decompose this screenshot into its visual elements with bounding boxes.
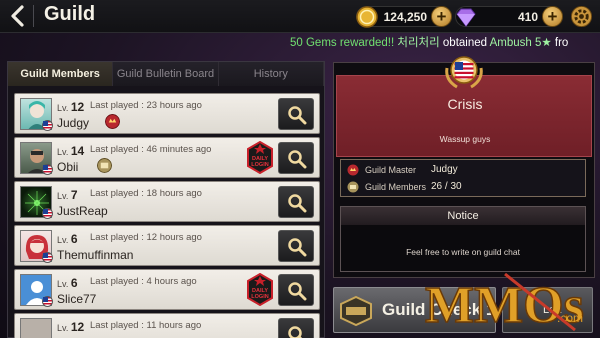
tab-guild-members[interactable]: Guild Members	[8, 62, 114, 86]
member-level: Lv. 12	[57, 100, 85, 114]
guild-master-rank-icon	[105, 114, 120, 129]
search-icon	[288, 150, 307, 169]
gem-icon	[456, 8, 476, 27]
guild-members-value: 26 / 30	[431, 181, 462, 192]
member-row[interactable]: Lv. 6 Last played : 4 hours ago Slice77 …	[14, 269, 320, 310]
page-title: Guild	[44, 3, 96, 25]
search-icon	[288, 194, 307, 213]
avatar	[20, 318, 52, 338]
mmos-watermark-logo: MMOs .com	[425, 272, 585, 332]
add-gold-button[interactable]: +	[431, 6, 452, 27]
gold-amount: 124,250	[383, 10, 427, 24]
chevron-left-icon	[11, 5, 24, 27]
member-last-played: Last played : 11 hours ago	[90, 320, 202, 331]
gem-counter: 410 +	[455, 6, 563, 27]
guild-master-label: Guild Master	[365, 165, 417, 175]
gold-counter: 124,250 +	[356, 6, 452, 28]
members-rank-icon	[347, 181, 359, 193]
view-member-button[interactable]	[278, 274, 314, 306]
gear-icon[interactable]	[570, 5, 593, 28]
tab-history[interactable]: History	[218, 62, 324, 86]
member-row[interactable]: Lv. 12 Last played : 23 hours ago Judgy	[14, 93, 320, 134]
guild-name: Crisis	[447, 96, 483, 112]
gold-coin-icon	[356, 6, 378, 28]
search-icon	[288, 326, 303, 338]
svg-text:LOGIN: LOGIN	[251, 162, 268, 168]
member-level: Lv. 6	[57, 232, 78, 246]
member-row[interactable]: Lv. 6 Last played : 12 hours ago Themuff…	[14, 225, 320, 266]
ticker-item-name: Ambush 5★	[489, 37, 552, 49]
member-level: Lv. 7	[57, 188, 78, 202]
daily-login-badge-icon: DAILY LOGIN	[247, 273, 273, 306]
view-member-button[interactable]	[278, 186, 314, 218]
ticker-player-name: 처리처리	[397, 37, 440, 49]
member-level: Lv. 14	[57, 144, 85, 158]
member-last-played: Last played : 4 hours ago	[90, 276, 197, 287]
member-list: Lv. 12 Last played : 23 hours ago Judgy …	[14, 93, 320, 338]
officer-rank-icon	[97, 158, 112, 173]
back-button[interactable]	[8, 5, 28, 27]
view-member-button[interactable]	[278, 98, 314, 130]
notice-title: Notice	[341, 207, 585, 225]
member-name: Themuffinman	[57, 248, 134, 262]
view-member-button[interactable]	[278, 318, 314, 338]
us-flag-icon	[42, 252, 53, 263]
notice-text: Feel free to write on guild chat	[406, 247, 520, 257]
guild-members-panel: Guild Members Guild Bulletin Board Histo…	[7, 61, 325, 338]
tab-guild-bulletin-board[interactable]: Guild Bulletin Board	[113, 62, 219, 86]
member-last-played: Last played : 46 minutes ago	[90, 144, 212, 155]
notice-box: Notice Feel free to write on guild chat	[340, 206, 586, 272]
guild-members-label: Guild Members	[365, 182, 427, 192]
member-last-played: Last played : 12 hours ago	[90, 232, 202, 243]
member-row[interactable]: Lv. 12 Last played : 11 hours ago	[14, 313, 320, 338]
guild-crest-flag-icon	[445, 56, 483, 89]
member-name: Judgy	[57, 116, 90, 130]
ticker-trailing-text: fro	[551, 37, 569, 49]
crown-rank-icon	[347, 164, 359, 176]
guild-description: Wassup guys	[439, 134, 491, 144]
member-row[interactable]: Lv. 14 Last played : 46 minutes ago Obii…	[14, 137, 320, 178]
search-icon	[288, 282, 307, 301]
guild-master-value: Judgy	[431, 164, 458, 175]
member-row[interactable]: Lv. 7 Last played : 18 hours ago JustRea…	[14, 181, 320, 222]
announcement-ticker: 50 Gems rewarded!! 처리처리 obtained Ambush …	[290, 34, 600, 52]
member-name: JustReap	[57, 204, 108, 218]
guild-info-box: Guild Master Judgy Guild Members 26 / 30	[340, 159, 586, 197]
search-icon	[288, 238, 307, 257]
view-member-button[interactable]	[278, 230, 314, 262]
daily-login-badge-icon: DAILY LOGIN	[247, 141, 273, 174]
tab-bar: Guild Members Guild Bulletin Board Histo…	[8, 62, 324, 86]
ticker-obtained-text: obtained	[439, 37, 490, 49]
top-bar: Guild 124,250 + 410 +	[0, 0, 600, 33]
member-last-played: Last played : 18 hours ago	[90, 188, 202, 199]
member-level: Lv. 12	[57, 320, 85, 334]
us-flag-icon	[42, 208, 53, 219]
member-name: Obii	[57, 160, 79, 174]
gem-amount: 410	[517, 10, 538, 24]
ticker-reward-text: 50 Gems rewarded!!	[290, 37, 398, 49]
svg-text:LOGIN: LOGIN	[251, 294, 268, 300]
us-flag-icon	[42, 120, 53, 131]
guild-check-icon	[340, 295, 372, 327]
member-name: Slice77	[57, 292, 97, 306]
search-icon	[288, 106, 307, 125]
us-flag-icon	[42, 296, 53, 307]
member-last-played: Last played : 23 hours ago	[90, 100, 202, 111]
member-level: Lv. 6	[57, 276, 78, 290]
us-flag-icon	[42, 164, 53, 175]
title-divider	[33, 5, 34, 27]
view-member-button[interactable]	[278, 142, 314, 174]
add-gems-button[interactable]: +	[542, 6, 563, 27]
